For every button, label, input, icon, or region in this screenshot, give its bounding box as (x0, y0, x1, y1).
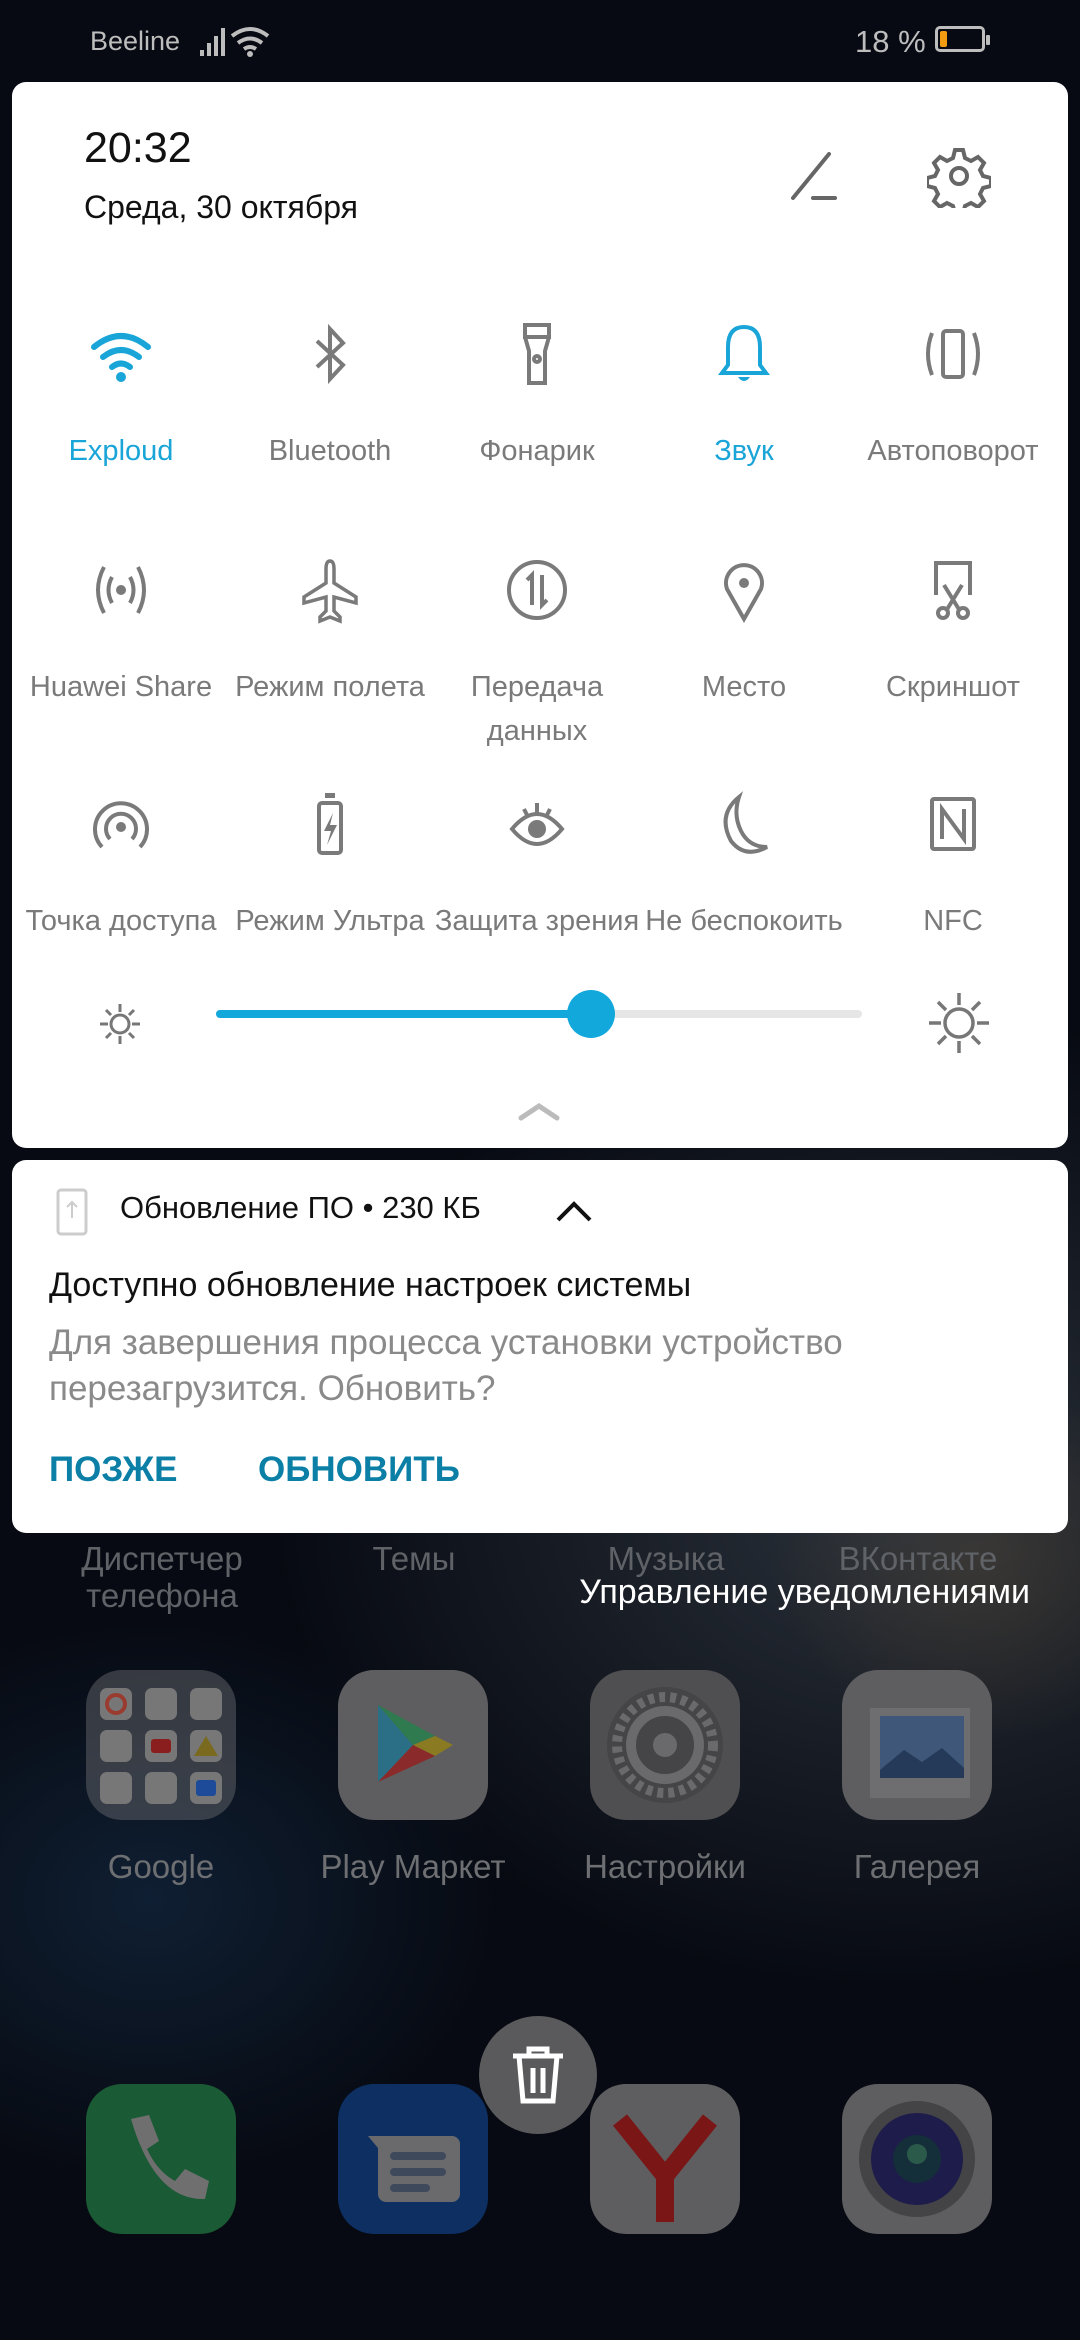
tile-flashlight[interactable]: Фонарик (432, 319, 642, 473)
brightness-fill (216, 1010, 591, 1018)
tile-wifi[interactable]: Exploud (16, 319, 226, 473)
app-label: Настройки (584, 1848, 746, 1885)
camera-app[interactable] (842, 2084, 992, 2234)
notification-card[interactable]: Обновление ПО • 230 КБ Доступно обновлен… (12, 1160, 1068, 1533)
tile-label: Фонарик (479, 435, 595, 467)
play-market-app[interactable] (338, 1670, 488, 1820)
tile-eye[interactable]: Защита зрения (432, 789, 642, 943)
phone-icon (131, 2115, 209, 2200)
trash-icon (513, 2046, 563, 2104)
home-label[interactable]: Музыка (551, 1540, 781, 1577)
later-button[interactable]: ПОЗЖЕ (49, 1450, 177, 1490)
tile-location[interactable]: Место (639, 555, 849, 709)
notification-app-name: Обновление ПО • 230 КБ (120, 1190, 481, 1225)
wifi-icon (91, 333, 151, 382)
auto-rotate-icon (926, 329, 980, 379)
nfc-icon (930, 797, 976, 851)
tile-bluetooth[interactable]: Bluetooth (225, 319, 435, 473)
settings-app[interactable] (590, 1670, 740, 1820)
yandex-icon (612, 2114, 718, 2222)
gallery-icon (870, 1708, 970, 1798)
tile-label: Защита зрения (434, 905, 640, 937)
screenshot-icon (934, 561, 972, 620)
location-icon (724, 563, 764, 624)
airplane-icon (302, 559, 358, 624)
tile-airplane[interactable]: Режим полета (225, 555, 435, 709)
home-label[interactable]: Диспетчер телефона (47, 1540, 277, 1614)
tile-nfc[interactable]: NFC (848, 789, 1058, 943)
tile-label: Автоповорот (867, 435, 1039, 467)
update-button[interactable]: ОБНОВИТЬ (258, 1450, 460, 1490)
yandex-app[interactable] (590, 2084, 740, 2234)
play-store-icon (378, 1705, 453, 1782)
brightness-low-icon (100, 1004, 140, 1044)
messages-app[interactable] (338, 2084, 488, 2234)
tile-label: NFC (923, 905, 983, 937)
app-label: Play Маркет (320, 1848, 506, 1885)
date[interactable]: Среда, 30 октября (84, 189, 358, 226)
battery-percent: 18 % (855, 24, 926, 59)
tile-label: Режим Ультра (235, 905, 425, 937)
manage-notifications-link[interactable]: Управление уведомлениями (579, 1573, 1030, 1612)
home-label[interactable]: ВКонтакте (803, 1540, 1033, 1577)
huawei-share-icon (96, 566, 146, 614)
mobile-data-icon (507, 560, 567, 620)
battery-icon (935, 26, 990, 52)
notification-body: Для завершения процесса установки устрой… (49, 1323, 843, 1408)
app-label: Галерея (853, 1848, 981, 1885)
home-label[interactable]: Темы (299, 1540, 529, 1577)
brightness-slider[interactable] (216, 990, 862, 1038)
tile-label: Bluetooth (268, 435, 392, 467)
tile-auto-rotate[interactable]: Автоповорот (848, 319, 1058, 473)
tile-label: Звук (714, 435, 774, 467)
carrier-name: Beeline (90, 26, 181, 56)
bluetooth-icon (315, 323, 346, 385)
phone-app[interactable] (86, 2084, 236, 2234)
battery-level (940, 31, 948, 47)
bell-icon (718, 324, 770, 381)
tile-huawei-share[interactable]: Huawei Share (16, 555, 226, 709)
tile-label: Exploud (68, 435, 174, 467)
system-update-icon (56, 1188, 88, 1236)
hotspot-icon (93, 801, 149, 849)
tile-battery-saver[interactable]: Режим Ультра (225, 789, 435, 943)
camera-icon (859, 2101, 975, 2217)
google-folder[interactable] (86, 1670, 236, 1820)
tile-label: Режим полета (235, 671, 425, 703)
app-label: Google (107, 1848, 215, 1885)
tile-label: Не беспокоить (645, 905, 843, 937)
tile-screenshot[interactable]: Скриншот (848, 555, 1058, 709)
delete-button[interactable] (479, 2016, 597, 2134)
tile-mobile-data[interactable]: Передача данных (432, 555, 642, 753)
pencil-icon[interactable] (783, 144, 847, 208)
tile-label: Место (701, 671, 787, 703)
brightness-high-icon (929, 993, 989, 1053)
tile-moon[interactable]: Не беспокоить (639, 789, 849, 943)
settings-gear-icon (607, 1687, 723, 1803)
tile-label: Точка доступа (25, 905, 217, 937)
eye-icon (509, 803, 565, 846)
clock: 20:32 (84, 124, 192, 172)
google-apps-icon (100, 1688, 222, 1804)
tile-label: Передача данных (470, 671, 604, 747)
flashlight-icon (523, 323, 551, 385)
battery-saver-icon (317, 793, 343, 855)
tile-label: Скриншот (885, 671, 1020, 703)
moon-icon (723, 791, 768, 854)
messages-icon (368, 2136, 460, 2202)
chevron-up-icon[interactable] (554, 1198, 594, 1224)
collapse-chevron-icon[interactable] (517, 1100, 561, 1124)
gear-icon[interactable] (927, 144, 991, 208)
tile-label: Huawei Share (29, 671, 213, 703)
gallery-app[interactable] (842, 1670, 992, 1820)
notification-title: Доступно обновление настроек системы (49, 1266, 692, 1304)
brightness-thumb[interactable] (566, 990, 615, 1038)
quick-settings-panel: 20:32 Среда, 30 октября Exploud Bluetooth… (12, 82, 1068, 1148)
tile-hotspot[interactable]: Точка доступа (16, 789, 226, 943)
status-bar: Beeline 18 % (0, 0, 1080, 80)
signal-wifi-icon (200, 27, 270, 57)
tile-bell[interactable]: Звук (639, 319, 849, 473)
